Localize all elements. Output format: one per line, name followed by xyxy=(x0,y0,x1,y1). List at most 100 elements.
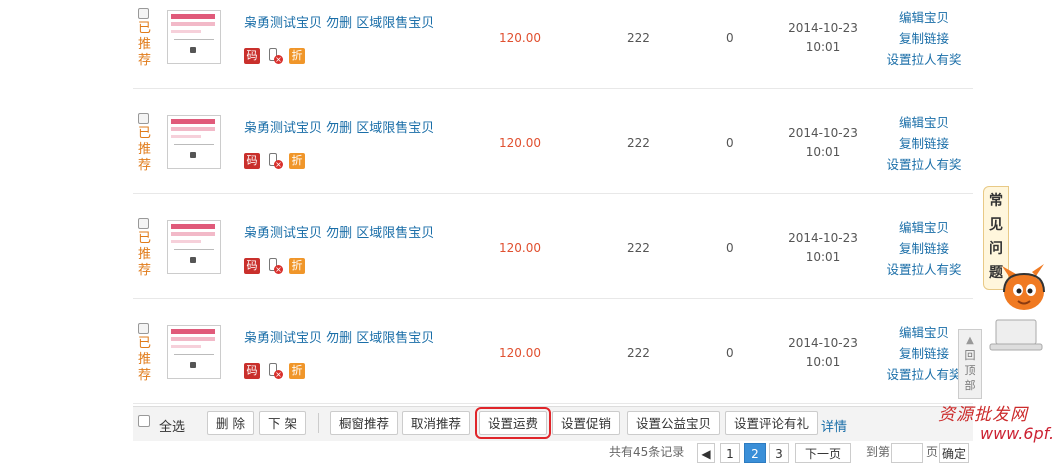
offshelf-button[interactable]: 下 架 xyxy=(259,411,306,435)
code-tag-icon: 码 xyxy=(244,48,260,64)
set-promotion-button[interactable]: 设置促销 xyxy=(552,411,621,435)
watermark-line2: www.6pf.cn xyxy=(980,424,1053,443)
recommended-char: 已 xyxy=(138,126,152,141)
copy-link-link[interactable]: 复制链接 xyxy=(881,343,967,364)
listing-date: 2014-10-23 xyxy=(788,21,858,35)
product-stock: 222 xyxy=(627,241,650,255)
copy-link-link[interactable]: 复制链接 xyxy=(881,133,967,154)
code-tag-icon: 码 xyxy=(244,363,260,379)
table-row: 已推荐 枭勇测试宝贝 勿删 区域限售宝贝码 × 折 120.00 222 0 2014-10-… xyxy=(133,300,973,404)
page-2-current[interactable]: 2 xyxy=(744,443,766,463)
product-title-link[interactable]: 枭勇测试宝贝 勿删 区域限售宝贝 xyxy=(244,327,434,346)
mascot-icon xyxy=(1002,264,1045,310)
product-price: 120.00 xyxy=(499,241,541,255)
product-price: 120.00 xyxy=(499,346,541,360)
product-thumbnail[interactable] xyxy=(167,325,221,379)
set-charity-button[interactable]: 设置公益宝贝 xyxy=(627,411,721,435)
product-thumbnail[interactable] xyxy=(167,10,221,64)
row-checkbox[interactable] xyxy=(138,8,149,19)
set-shipping-button[interactable]: 设置运费 xyxy=(474,407,552,439)
set-invite-reward-link[interactable]: 设置拉人有奖 xyxy=(881,364,967,385)
listing-datetime: 2014-10-23 10:01 xyxy=(783,124,863,162)
listing-datetime: 2014-10-23 10:01 xyxy=(783,229,863,267)
recommended-char: 推 xyxy=(138,247,152,262)
window-recommend-button[interactable]: 橱窗推荐 xyxy=(330,411,399,435)
listing-time: 10:01 xyxy=(805,250,841,264)
recommended-label: 已推荐 xyxy=(138,336,152,384)
product-stock: 222 xyxy=(627,136,650,150)
discount-tag-icon: 折 xyxy=(289,363,305,379)
discount-tag-icon: 折 xyxy=(289,258,305,274)
arrow-up-icon: ▲ xyxy=(966,335,974,346)
back-to-top-char: 部 xyxy=(964,379,976,392)
product-title-link[interactable]: 枭勇测试宝贝 勿删 区域限售宝贝 xyxy=(244,222,434,241)
table-row: 已推荐 枭勇测试宝贝 勿删 区域限售宝贝码 × 折 120.00 222 0 2014-10-… xyxy=(133,90,973,194)
faq-char: 见 xyxy=(989,217,1003,233)
recommended-char: 荐 xyxy=(138,368,152,383)
prev-page-button[interactable]: ◀ xyxy=(697,443,715,463)
recommended-char: 已 xyxy=(138,336,152,351)
copy-link-link[interactable]: 复制链接 xyxy=(881,28,967,49)
set-invite-reward-link[interactable]: 设置拉人有奖 xyxy=(881,49,967,70)
product-stock: 222 xyxy=(627,346,650,360)
back-to-top-char: 回 xyxy=(964,349,976,362)
edit-item-link[interactable]: 编辑宝贝 xyxy=(881,217,967,238)
set-invite-reward-link[interactable]: 设置拉人有奖 xyxy=(881,259,967,280)
laptop-icon xyxy=(989,319,1043,351)
listing-datetime: 2014-10-23 10:01 xyxy=(783,334,863,372)
row-checkbox[interactable] xyxy=(138,113,149,124)
recommended-char: 已 xyxy=(138,231,152,246)
recommended-label: 已推荐 xyxy=(138,231,152,279)
mobile-disabled-icon: × xyxy=(267,258,283,274)
discount-tag-icon: 折 xyxy=(289,153,305,169)
recommended-label: 已推荐 xyxy=(138,126,152,174)
select-all-checkbox[interactable] xyxy=(138,415,150,427)
code-tag-icon: 码 xyxy=(244,153,260,169)
product-sold: 0 xyxy=(726,346,734,360)
edit-item-link[interactable]: 编辑宝贝 xyxy=(881,322,967,343)
listing-date: 2014-10-23 xyxy=(788,336,858,350)
next-page-button[interactable]: 下一页 xyxy=(795,443,851,463)
toolbar-divider xyxy=(318,413,319,433)
mobile-disabled-icon: × xyxy=(267,48,283,64)
watermark: 资源批发网 www.6pf.cn xyxy=(900,400,1053,455)
copy-link-link[interactable]: 复制链接 xyxy=(881,238,967,259)
row-checkbox[interactable] xyxy=(138,218,149,229)
cancel-recommend-button[interactable]: 取消推荐 xyxy=(402,411,471,435)
product-title-link[interactable]: 枭勇测试宝贝 勿删 区域限售宝贝 xyxy=(244,12,434,31)
edit-item-link[interactable]: 编辑宝贝 xyxy=(881,7,967,28)
row-operations: 编辑宝贝 复制链接 设置拉人有奖 xyxy=(881,112,967,175)
row-operations: 编辑宝贝 复制链接 设置拉人有奖 xyxy=(881,217,967,280)
row-divider xyxy=(133,193,973,194)
table-row: 已推荐 枭勇测试宝贝 勿删 区域限售宝贝码 × 折 120.00 222 0 2014-10-… xyxy=(133,0,973,89)
faq-char: 常 xyxy=(989,193,1003,209)
faq-char: 问 xyxy=(989,241,1003,257)
detail-link[interactable]: 详情 xyxy=(821,416,847,435)
row-operations: 编辑宝贝 复制链接 设置拉人有奖 xyxy=(881,322,967,385)
product-title-link[interactable]: 枭勇测试宝贝 勿删 区域限售宝贝 xyxy=(244,117,434,136)
edit-item-link[interactable]: 编辑宝贝 xyxy=(881,112,967,133)
product-thumbnail[interactable] xyxy=(167,115,221,169)
product-thumbnail[interactable] xyxy=(167,220,221,274)
row-operations: 编辑宝贝 复制链接 设置拉人有奖 xyxy=(881,7,967,70)
bulk-action-toolbar: 全选 删 除 下 架 橱窗推荐 取消推荐 设置运费 设置促销 设置公益宝贝 设置… xyxy=(133,406,973,441)
row-checkbox[interactable] xyxy=(138,323,149,334)
recommended-char: 荐 xyxy=(138,53,152,68)
recommended-char: 荐 xyxy=(138,263,152,278)
product-stock: 222 xyxy=(627,31,650,45)
listing-datetime: 2014-10-23 10:01 xyxy=(783,19,863,57)
set-review-gift-button[interactable]: 设置评论有礼 xyxy=(725,411,819,435)
delete-button[interactable]: 删 除 xyxy=(207,411,254,435)
product-sold: 0 xyxy=(726,241,734,255)
mobile-disabled-icon: × xyxy=(267,363,283,379)
mobile-disabled-icon: × xyxy=(267,153,283,169)
table-row: 已推荐 枭勇测试宝贝 勿删 区域限售宝贝码 × 折 120.00 222 0 2014-10-… xyxy=(133,195,973,299)
set-invite-reward-link[interactable]: 设置拉人有奖 xyxy=(881,154,967,175)
page-1[interactable]: 1 xyxy=(720,443,740,463)
select-all-label[interactable]: 全选 xyxy=(159,416,185,435)
recommended-char: 推 xyxy=(138,142,152,157)
row-divider xyxy=(133,403,973,404)
back-to-top-button[interactable]: ▲ 回 顶 部 xyxy=(958,329,982,399)
page-3[interactable]: 3 xyxy=(769,443,789,463)
recommended-char: 推 xyxy=(138,37,152,52)
